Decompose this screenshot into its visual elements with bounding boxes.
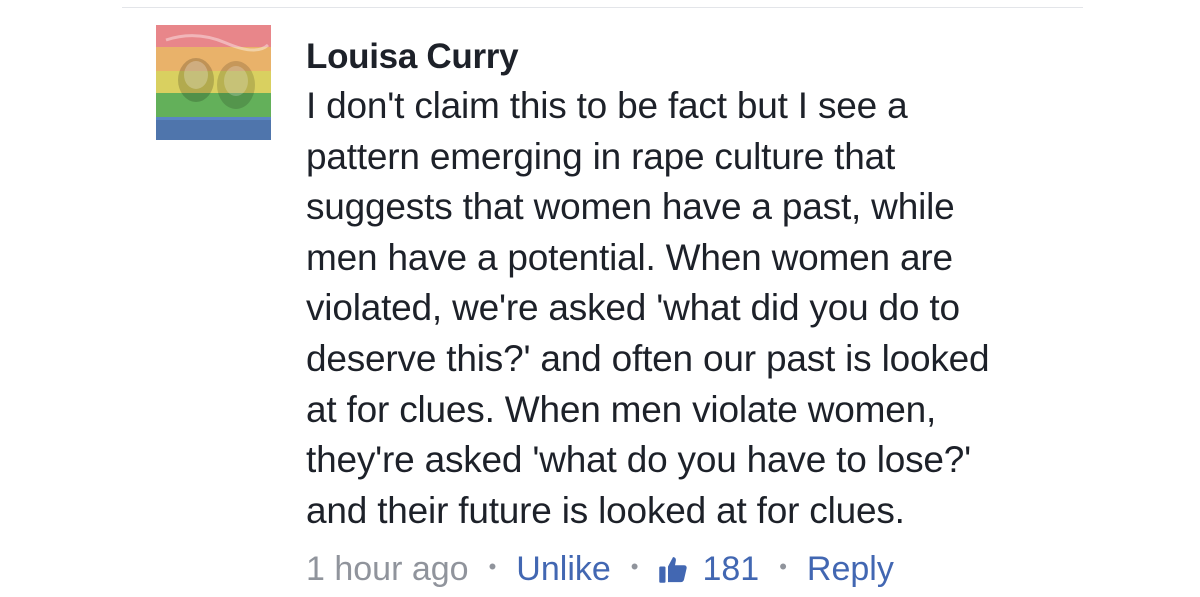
avatar[interactable] [156, 25, 271, 140]
avatar-photo-icon [156, 25, 271, 140]
timestamp[interactable]: 1 hour ago [306, 550, 469, 589]
comment-text-line: and their future is looked at for clues. [306, 489, 905, 531]
separator-dot: • [488, 554, 497, 579]
separator-dot: • [779, 554, 787, 579]
top-divider [122, 7, 1083, 8]
author-name[interactable]: Louisa Curry [306, 35, 1126, 79]
comment-body: Louisa Curry I don't claim this to be fa… [306, 35, 1126, 536]
comment-text-line: they're asked 'what do you have to lose?… [306, 439, 972, 481]
like-count: 181 [702, 549, 760, 588]
comment-text-line: men have a potential. When women are [306, 236, 953, 278]
comment-text-line: I don't claim this to be fact but I see … [306, 85, 908, 126]
comment-text-line: at for clues. When men violate women, [306, 388, 937, 430]
comment-text: I don't claim this to be fact but I see … [306, 81, 1066, 536]
comment-text-line: suggests that women have a past, while [306, 186, 955, 228]
comment-actions: 1 hour ago • Unlike • 181 • Reply [306, 549, 894, 589]
comment-text-line: pattern emerging in rape culture that [306, 135, 896, 177]
comment-text-line: deserve this?' and often our past is loo… [306, 337, 990, 379]
like-count-button[interactable]: 181 [658, 550, 759, 589]
separator-dot: • [630, 554, 639, 579]
comment-text-line: violated, we're asked 'what did you do t… [306, 287, 960, 329]
unlike-button[interactable]: Unlike [516, 550, 610, 589]
reply-button[interactable]: Reply [807, 550, 894, 589]
thumbs-up-icon [659, 557, 688, 583]
